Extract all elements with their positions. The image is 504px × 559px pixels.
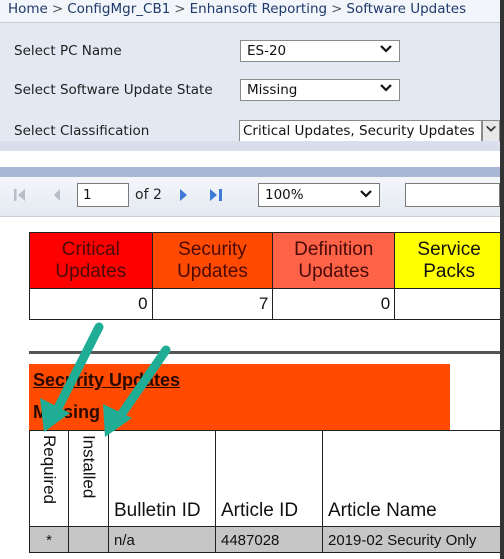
pc-name-select[interactable]: ES-20 xyxy=(240,40,400,62)
page-count: of 2 xyxy=(135,187,162,203)
chevron-down-icon xyxy=(380,45,392,53)
update-state-value: Missing xyxy=(247,82,298,98)
cell-article-name: 2019-02 Security Only xyxy=(322,526,503,553)
summary-value-critical: 0 xyxy=(29,288,153,320)
update-state-label: Select Software Update State xyxy=(14,82,213,98)
summary-table: Critical Updates Security Updates Definiti… xyxy=(29,232,504,320)
breadcrumb-home[interactable]: Home xyxy=(8,1,48,17)
section-divider xyxy=(29,351,500,354)
summary-header-service-packs: Service Packs xyxy=(394,232,504,289)
zoom-value: 100% xyxy=(265,187,304,203)
classification-input[interactable]: Critical Updates, Security Updates xyxy=(239,120,482,142)
breadcrumb: Home > ConfigMgr_CB1 > Enhansoft Reporting > S… xyxy=(0,0,504,23)
breadcrumb-configmgr[interactable]: ConfigMgr_CB1 xyxy=(67,1,170,17)
summary-header-critical: Critical Updates xyxy=(29,232,153,289)
parameters-splitter[interactable] xyxy=(0,141,500,151)
breadcrumb-enhansoft[interactable]: Enhansoft Reporting xyxy=(190,1,328,17)
cell-bulletin-id: n/a xyxy=(108,526,216,553)
current-page-input[interactable]: 1 xyxy=(77,183,129,207)
previous-page-icon[interactable] xyxy=(50,187,64,203)
breadcrumb-separator: > xyxy=(331,1,343,17)
section-subtitle: Missing xyxy=(33,402,101,422)
classification-dropdown-button[interactable] xyxy=(482,120,500,142)
summary-value-definition: 0 xyxy=(272,288,396,320)
cell-required: * xyxy=(29,526,69,553)
last-page-icon[interactable] xyxy=(208,187,226,203)
classification-value: Critical Updates, Security Updates xyxy=(243,123,475,139)
table-row: * n/a 4487028 2019-02 Security Only xyxy=(29,526,503,553)
zoom-select[interactable]: 100% xyxy=(258,183,380,207)
section-header: Security Updates Missing xyxy=(29,364,450,430)
next-page-icon[interactable] xyxy=(176,187,190,203)
cell-installed xyxy=(68,526,109,553)
window-edge xyxy=(500,0,504,559)
breadcrumb-current: Software Updates xyxy=(346,1,467,17)
column-header-installed[interactable]: Installed xyxy=(68,430,109,527)
column-header-article-name[interactable]: Article Name xyxy=(322,430,503,527)
summary-header-definition: Definition Updates xyxy=(272,232,396,289)
column-header-article-id[interactable]: Article ID xyxy=(215,430,323,527)
find-text-input[interactable] xyxy=(405,183,500,207)
update-state-select[interactable]: Missing xyxy=(240,79,400,101)
cell-article-id: 4487028 xyxy=(215,526,323,553)
pc-name-label: Select PC Name xyxy=(14,43,122,59)
section-title-link[interactable]: Security Updates xyxy=(33,370,180,391)
breadcrumb-separator: > xyxy=(51,1,64,17)
column-header-required[interactable]: Required xyxy=(29,430,69,527)
chevron-down-icon xyxy=(486,125,496,132)
summary-header-security: Security Updates xyxy=(151,232,274,289)
breadcrumb-separator: > xyxy=(174,1,186,17)
chevron-down-icon xyxy=(360,190,372,198)
summary-value-security: 7 xyxy=(151,288,274,320)
first-page-icon[interactable] xyxy=(12,187,28,203)
chevron-down-icon xyxy=(380,84,392,92)
toolbar-divider xyxy=(0,167,500,177)
pc-name-value: ES-20 xyxy=(247,43,287,59)
column-header-bulletin-id[interactable]: Bulletin ID xyxy=(108,430,216,527)
summary-value-service-packs xyxy=(394,288,504,320)
classification-label: Select Classification xyxy=(14,123,150,139)
updates-table: Required Installed Bulletin ID Article I… xyxy=(29,430,503,553)
